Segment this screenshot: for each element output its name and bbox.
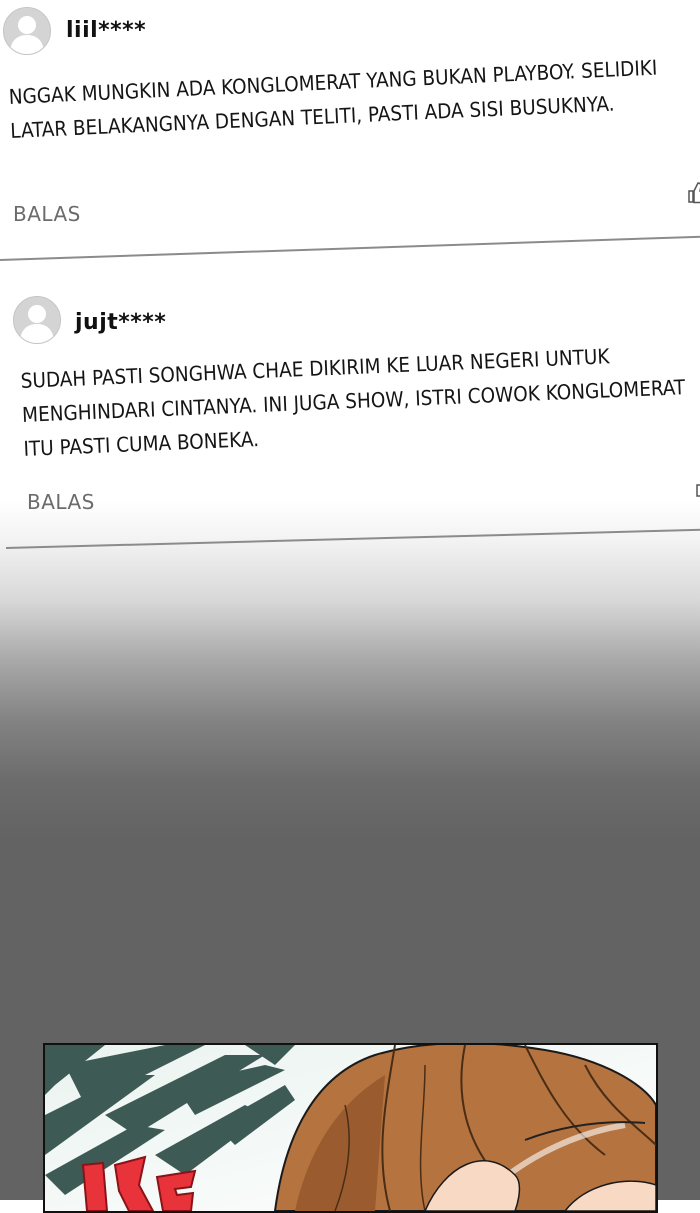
reply-button[interactable]: BALAS — [27, 490, 95, 514]
comment-card: liil**** NGGAK MUNGKIN ADA KONGLOMERAT Y… — [0, 0, 700, 262]
comment-username[interactable]: jujt**** — [75, 310, 166, 335]
comment-card: jujt**** SUDAH PASTI SONGHWA CHAE DIKIRI… — [0, 268, 700, 558]
user-avatar-icon[interactable] — [3, 7, 51, 55]
comment-username[interactable]: liil**** — [66, 18, 146, 43]
comment-text: SUDAH PASTI SONGHWA CHAE DIKIRIM KE LUAR… — [20, 344, 686, 461]
comment-divider — [6, 528, 700, 549]
thumbs-up-icon[interactable] — [694, 474, 700, 498]
comment-text: NGGAK MUNGKIN ADA KONGLOMERAT YANG BUKAN… — [8, 55, 658, 143]
thumbs-up-icon[interactable] — [686, 180, 700, 204]
reply-button[interactable]: BALAS — [13, 202, 81, 226]
comment-divider — [0, 235, 700, 261]
user-avatar-icon[interactable] — [13, 296, 61, 344]
comic-panel — [43, 1043, 658, 1213]
